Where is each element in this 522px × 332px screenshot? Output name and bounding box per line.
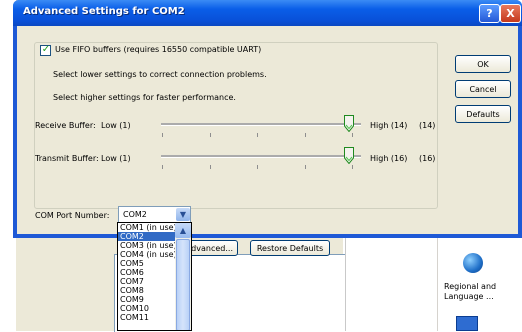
fifo-checkbox[interactable]: ✓ [40, 44, 51, 56]
com-port-option[interactable]: COM6 [118, 268, 175, 277]
receive-buffer-slider-thumb[interactable] [344, 115, 354, 132]
slider-tick [257, 133, 258, 137]
title-bar[interactable]: Advanced Settings for COM2 ? X [13, 0, 522, 26]
monitor-icon[interactable] [456, 316, 478, 331]
com-port-dropdown[interactable]: COM1 (in use) COM2 COM3 (in use) COM4 (in u… [117, 222, 192, 331]
regional-language-label[interactable]: Regional and Language ... [444, 282, 520, 302]
cancel-button[interactable]: Cancel [455, 80, 511, 98]
com-port-option[interactable]: COM4 (in use) [118, 250, 177, 259]
hint-higher-settings: Select higher settings for faster perfor… [53, 93, 236, 102]
receive-buffer-slider[interactable] [161, 123, 361, 126]
com-port-option-list: COM1 (in use) COM2 COM3 (in use) COM4 (in u… [118, 223, 177, 330]
com-port-select[interactable]: COM2 ▼ [118, 206, 191, 223]
ok-button[interactable]: OK [455, 55, 511, 73]
transmit-buffer-slider-thumb[interactable] [344, 147, 354, 164]
fifo-checkbox-label[interactable]: Use FIFO buffers (requires 16550 compati… [55, 45, 265, 54]
slider-tick [304, 133, 306, 137]
dialog-title: Advanced Settings for COM2 [23, 6, 185, 17]
transmit-buffer-label: Transmit Buffer: [35, 154, 99, 163]
dialog-client-area: ✓ Use FIFO buffers (requires 16550 compa… [17, 26, 518, 234]
slider-tick [162, 165, 163, 169]
scroll-up-icon[interactable]: ▲ [175, 223, 191, 238]
hint-lower-settings: Select lower settings to correct connect… [53, 70, 267, 79]
defaults-button[interactable]: Defaults [455, 105, 511, 123]
advanced-settings-dialog: Advanced Settings for COM2 ? X ✓ Use FIF… [13, 0, 522, 238]
com-port-option[interactable]: COM7 [118, 277, 175, 286]
com-port-label: COM Port Number: [35, 211, 110, 220]
transmit-buffer-value: (16) [419, 154, 436, 163]
com-port-option[interactable]: COM2 [118, 232, 175, 241]
com-port-option[interactable]: COM5 [118, 259, 175, 268]
transmit-buffer-high-label: High (16) [370, 154, 408, 163]
slider-tick [209, 133, 211, 137]
slider-tick [209, 165, 211, 169]
chevron-down-icon[interactable]: ▼ [176, 208, 190, 221]
close-icon[interactable]: X [500, 4, 521, 23]
receive-buffer-low-label: Low (1) [101, 121, 131, 130]
slider-tick [304, 165, 306, 169]
help-icon[interactable]: ? [479, 4, 500, 23]
com-port-option[interactable]: COM8 [118, 286, 175, 295]
slider-tick [162, 133, 163, 137]
com-port-option[interactable]: COM10 [118, 304, 175, 313]
com-port-option[interactable]: COM9 [118, 295, 175, 304]
receive-buffer-value: (14) [419, 121, 436, 130]
transmit-buffer-low-label: Low (1) [101, 154, 131, 163]
slider-tick [257, 165, 258, 169]
com-port-option[interactable]: COM3 (in use) [118, 241, 177, 250]
scrollbar-thumb[interactable] [176, 239, 190, 330]
checkmark-icon: ✓ [41, 44, 51, 55]
globe-icon[interactable] [463, 253, 483, 273]
slider-tick [352, 165, 353, 169]
receive-buffer-label: Receive Buffer: [35, 121, 96, 130]
receive-buffer-high-label: High (14) [370, 121, 408, 130]
com-port-selected-value: COM2 [123, 210, 147, 219]
slider-tick [352, 133, 353, 137]
transmit-buffer-slider[interactable] [161, 155, 361, 158]
com-port-option[interactable]: COM1 (in use) [118, 223, 177, 232]
dropdown-scrollbar[interactable]: ▲ [175, 223, 191, 330]
background-restore-defaults-button[interactable]: Restore Defaults [250, 240, 330, 256]
com-port-option[interactable]: COM11 [118, 313, 175, 322]
background-window-right-pane [345, 235, 438, 331]
